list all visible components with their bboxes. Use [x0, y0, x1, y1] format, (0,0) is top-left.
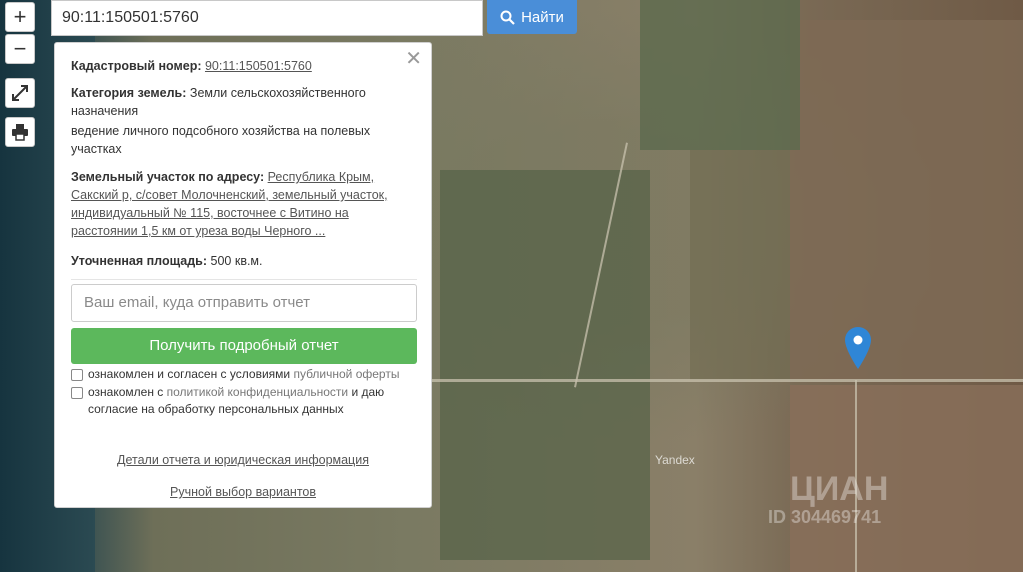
- offer-link[interactable]: публичной оферты: [293, 367, 399, 381]
- address-row: Земельный участок по адресу: Республика …: [71, 168, 403, 240]
- print-button[interactable]: [5, 117, 35, 147]
- cadastral-search-input[interactable]: 90:11:150501:5760: [51, 0, 483, 36]
- fullscreen-button[interactable]: [5, 78, 35, 108]
- offer-consent-text: ознакомлен и согласен с условиями публич…: [88, 366, 418, 383]
- village-north: [640, 0, 800, 150]
- cadastral-label: Кадастровый номер:: [71, 59, 202, 73]
- address-label: Земельный участок по адресу:: [71, 170, 265, 184]
- privacy-checkbox[interactable]: [71, 387, 83, 399]
- yandex-label: Yandex: [655, 453, 695, 467]
- get-report-button[interactable]: Получить подробный отчет: [71, 328, 417, 364]
- info-panel: ✕ Кадастровый номер: 90:11:150501:5760 К…: [54, 42, 432, 508]
- manual-select-link[interactable]: Ручной выбор вариантов: [55, 483, 431, 501]
- search-button[interactable]: Найти: [487, 0, 577, 34]
- privacy-link[interactable]: политикой конфиденциальности: [167, 385, 348, 399]
- privacy-consent-label: ознакомлен с: [88, 385, 164, 399]
- printer-icon: [12, 124, 28, 141]
- category-label: Категория земель:: [71, 86, 187, 100]
- details-link[interactable]: Детали отчета и юридическая информация: [55, 451, 431, 469]
- watermark-id: ID 304469741: [768, 507, 882, 527]
- offer-consent-label: ознакомлен и согласен с условиями: [88, 367, 291, 381]
- search-icon: [500, 10, 515, 25]
- close-icon[interactable]: ✕: [405, 49, 422, 69]
- area-label: Уточненная площадь:: [71, 254, 208, 268]
- zoom-in-button[interactable]: +: [5, 2, 35, 32]
- search-button-label: Найти: [521, 8, 564, 26]
- category-use: ведение личного подсобного хозяйства на …: [71, 124, 371, 156]
- location-pin-icon[interactable]: [845, 327, 871, 369]
- category-row: Категория земель: Земли сельскохозяйстве…: [71, 84, 381, 120]
- area-row: Уточненная площадь: 500 кв.м.: [71, 252, 401, 270]
- road-horizontal: [430, 379, 1023, 382]
- watermark-brand: ЦИАН: [790, 470, 889, 508]
- village-south: [440, 170, 650, 560]
- field-east: [790, 20, 1023, 380]
- zoom-out-button[interactable]: −: [5, 34, 35, 64]
- email-field[interactable]: Ваш email, куда отправить отчет: [71, 284, 417, 322]
- area-value: 500 кв.м.: [210, 254, 263, 268]
- cadastral-link[interactable]: 90:11:150501:5760: [205, 59, 312, 73]
- expand-icon: [12, 85, 28, 101]
- privacy-consent-text: ознакомлен с политикой конфиденциальност…: [88, 384, 418, 418]
- divider: [71, 279, 417, 280]
- offer-checkbox[interactable]: [71, 369, 83, 381]
- field-middle: [690, 150, 790, 380]
- cadastral-row: Кадастровый номер: 90:11:150501:5760: [71, 57, 401, 75]
